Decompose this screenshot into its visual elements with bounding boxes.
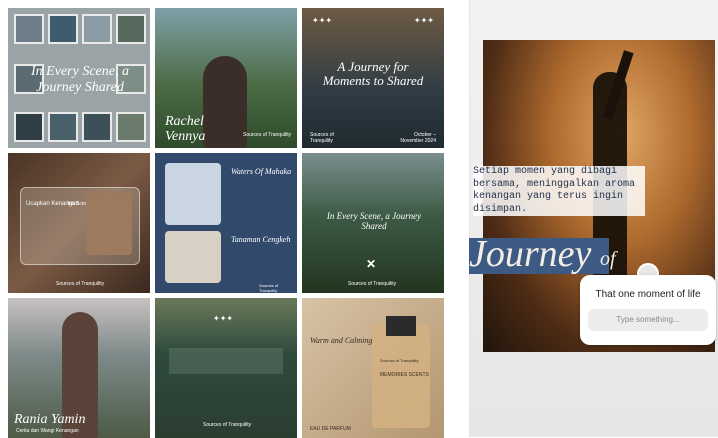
tile-caption: Cerita dan Wangi Kenangan [16,428,79,434]
post-tile-9[interactable]: Warm and Calming Sources of Tranquility … [302,298,444,438]
bottle-cap [386,316,416,336]
tile-footer: Sources of Tranquility [259,283,279,293]
bottle-name: MEMORIES SCENTS [380,372,429,378]
bottle-brand: Sources of Tranquility [380,358,419,363]
tile-title: Warm and Calming [310,336,373,345]
tile-footer: Sources of Tranquility [56,281,105,287]
footer-right: October – November 2024 [400,132,436,144]
tile-headline: A Journey for Moments to Shared [322,59,424,88]
tile-footer: EAU DE PARFUM [310,426,351,432]
story-body-text: Setiap momen yang dibagi bersama, mening… [473,166,645,216]
clove-photo [165,231,221,283]
stars-left: ✦✦✦ [312,16,333,25]
story-headline-big: Journey [469,233,592,275]
tile-headline: In Every Scene, a Journey Shared [326,211,422,231]
footer-left: Sources of Tranquility [310,132,334,144]
person-name: Rania Yamin [14,412,86,427]
section-title-1: Waters Of Mahaka [231,167,292,176]
post-tile-6[interactable]: In Every Scene, a Journey Shared ✕ Sourc… [302,153,444,293]
question-text: That one moment of life [595,289,701,300]
post-tile-8[interactable]: ✦✦✦ Sources of Tranquility [155,298,297,438]
person-name: Rachel Vennya [165,114,206,144]
stars-right: ✦✦✦ [413,16,434,25]
close-x-icon: ✕ [366,257,377,271]
post-tile-7[interactable]: Rania Yamin Cerita dan Wangi Kenangan [8,298,150,438]
tile-caption: Sources of Tranquility [243,132,292,138]
post-tile-4[interactable]: Ucapkan Kenangan Ink Scents Sources of T… [8,153,150,293]
bottle-photo [165,163,221,225]
post-tile-3[interactable]: ✦✦✦ ✦✦✦ A Journey for Moments to Shared … [302,8,444,148]
post-tile-2[interactable]: Rachel Vennya Sources of Tranquility [155,8,297,148]
section-title-2: Tanaman Cengkeh [231,235,291,244]
question-sticker[interactable]: That one moment of life Type something..… [580,275,716,345]
stars: ✦✦✦ [213,314,234,323]
story-headline-small: of [600,248,616,270]
answer-input[interactable]: Type something... [588,309,708,331]
tile-footer: Sources of Tranquility [203,422,252,428]
post-tile-1[interactable]: In Every Scene, a Journey Shared [8,8,150,148]
post-tile-5[interactable]: Waters Of Mahaka Tanaman Cengkeh Sources… [155,153,297,293]
text-block [169,348,283,374]
hands-photo [86,193,132,255]
tile-headline: In Every Scene, a Journey Shared [31,64,129,95]
tile-footer: Sources of Tranquility [348,281,397,287]
